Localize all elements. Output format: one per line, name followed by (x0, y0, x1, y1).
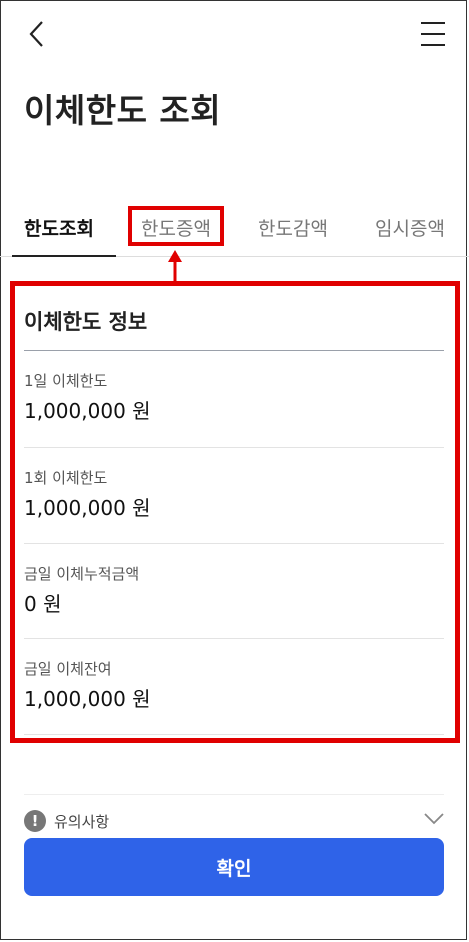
menu-button[interactable] (421, 22, 445, 46)
notice-toggle[interactable]: ! 유의사항 (24, 810, 109, 832)
divider (24, 447, 444, 448)
info-value: 0 원 (24, 592, 62, 616)
divider (24, 638, 444, 639)
info-item: 금일 이체누적금액 0 원 (24, 563, 444, 617)
info-label: 1회 이체한도 (24, 469, 108, 487)
confirm-button[interactable]: 확인 (24, 838, 444, 896)
info-label: 1일 이체한도 (24, 372, 108, 390)
info-value: 1,000,000 원 (24, 399, 151, 423)
back-icon (29, 21, 43, 47)
divider (24, 543, 444, 544)
info-value: 1,000,000 원 (24, 687, 151, 711)
info-item: 금일 이체잔여 1,000,000 원 (24, 658, 444, 712)
active-tab-indicator (12, 255, 116, 257)
info-title: 이체한도 정보 (24, 310, 148, 334)
chevron-down-icon[interactable] (423, 812, 445, 826)
info-item: 1회 이체한도 1,000,000 원 (24, 467, 444, 521)
notice-label: 유의사항 (54, 812, 110, 831)
hamburger-icon-line (421, 22, 445, 24)
divider (24, 734, 444, 735)
back-button[interactable] (22, 18, 50, 50)
info-value: 1,000,000 원 (24, 496, 151, 520)
page-title: 이체한도 조회 (24, 91, 222, 130)
tab-temporary-increase[interactable]: 임시증액 (375, 214, 445, 241)
highlight-box-tab (128, 206, 224, 246)
tab-limit-decrease[interactable]: 한도감액 (258, 214, 328, 241)
exclamation-icon: ! (24, 810, 46, 832)
top-bar (0, 0, 469, 70)
info-item: 1일 이체한도 1,000,000 원 (24, 370, 444, 424)
tab-limit-inquiry[interactable]: 한도조회 (24, 214, 94, 241)
hamburger-icon-line (421, 33, 445, 35)
divider (24, 794, 444, 795)
divider (24, 350, 444, 351)
hamburger-icon-line (421, 44, 445, 46)
tab-bar: 한도조회 한도증액 한도감액 임시증액 (0, 200, 469, 257)
highlight-arrow-icon (168, 250, 182, 282)
info-label: 금일 이체누적금액 (24, 565, 140, 583)
info-label: 금일 이체잔여 (24, 660, 112, 678)
